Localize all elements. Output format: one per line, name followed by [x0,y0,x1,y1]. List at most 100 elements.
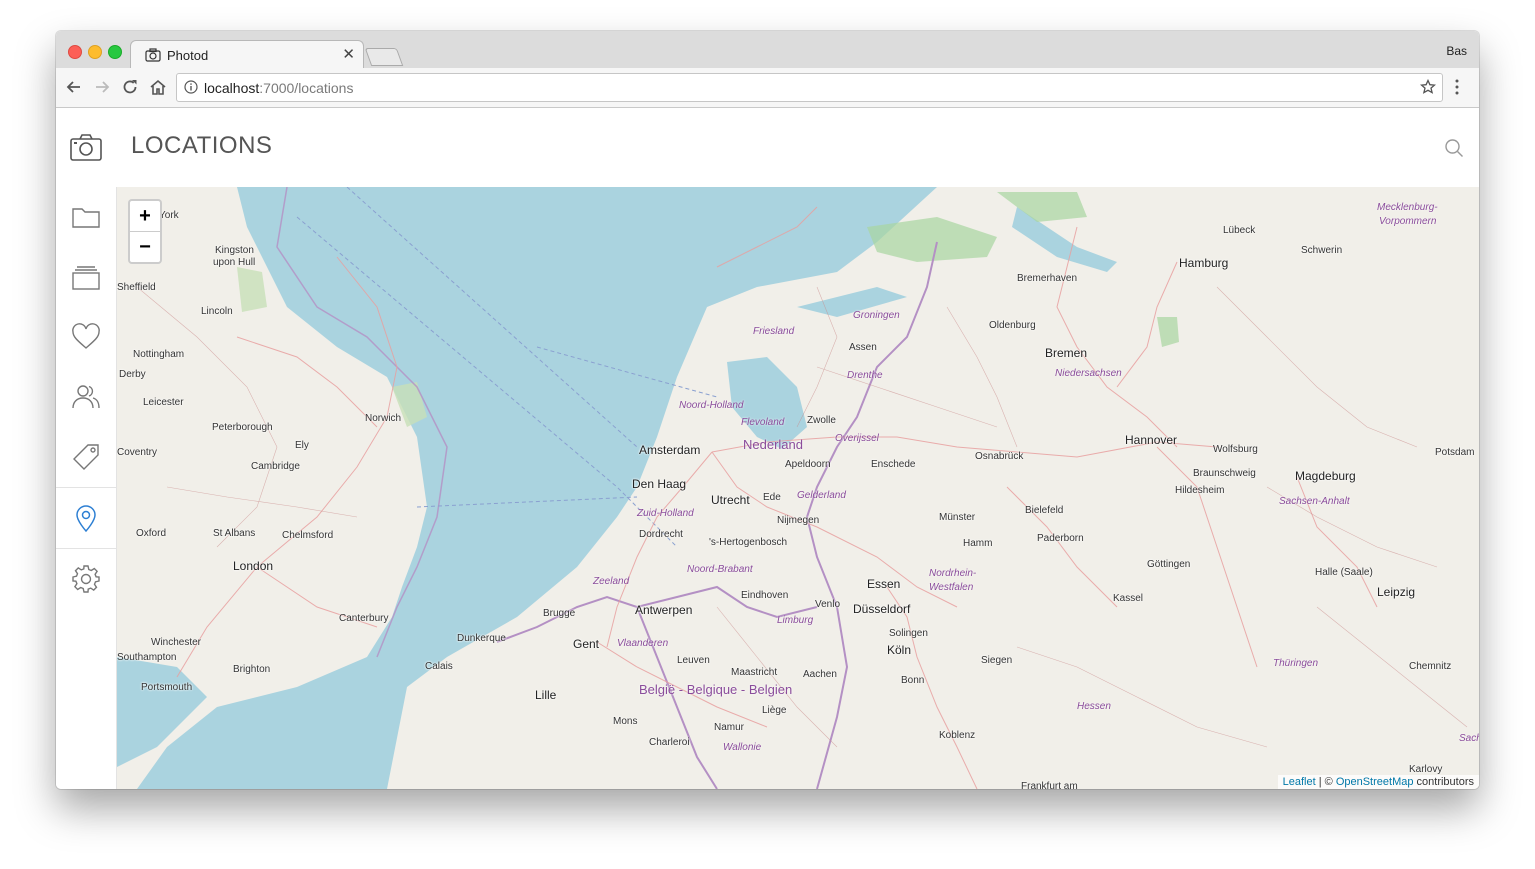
home-icon[interactable] [148,77,168,97]
map-label: Sheffield [117,282,156,293]
leaflet-link[interactable]: Leaflet [1283,776,1316,788]
map-label: Lille [535,688,557,702]
search-icon[interactable] [1444,138,1464,158]
map-label: Kassel [1113,593,1144,604]
minimize-window-button[interactable] [88,45,102,59]
new-tab-button[interactable] [364,48,404,66]
map-label: Osnabrück [975,451,1024,462]
map-label: Köln [887,643,912,657]
map-label: Den Haag [632,477,687,491]
map-label: Kingston [215,245,254,256]
sidebar-item-people[interactable] [56,367,116,427]
bookmark-star-icon[interactable] [1420,79,1436,95]
map-attribution: Leaflet | © OpenStreetMap contributors [1277,775,1479,789]
map-label: Oxford [136,528,167,539]
address-bar[interactable]: localhost:7000/locations [176,73,1443,102]
back-icon[interactable] [64,77,84,97]
tab-close-icon[interactable]: ✕ [342,45,355,63]
profile-name[interactable]: Bas [1446,44,1467,58]
sidebar-item-locations[interactable] [56,488,116,548]
heart-icon [72,323,100,349]
map-label: 's-Hertogenbosch [709,537,788,548]
browser-tab[interactable]: Photod ✕ [130,40,364,69]
map-region-label: Noord-Holland [679,400,744,411]
map-label: Hamm [963,538,993,549]
map-label: Oldenburg [989,320,1036,331]
map-label: Ely [295,440,309,451]
zoom-window-button[interactable] [108,45,122,59]
map-label: Bonn [901,675,925,686]
map-label: Brighton [233,664,271,675]
gear-icon [72,565,100,593]
map-label: Nijmegen [777,515,820,526]
map-region-label: Zuid-Holland [637,508,694,519]
map-label: Coventry [117,447,158,458]
map-view[interactable]: York Kingston upon Hull Sheffield Lincol… [117,187,1479,789]
sidebar-item-tags[interactable] [56,427,116,487]
map-label: Zwolle [807,415,836,426]
map-label: Leuven [677,655,710,666]
map-label: Namur [714,722,745,733]
map-label: Norwich [365,413,402,424]
reload-icon[interactable] [120,77,140,97]
map-label: Wolfsburg [1213,444,1258,455]
people-icon [72,385,100,409]
map-label: Dunkerque [457,633,506,644]
browser-window: Photod ✕ Bas localhost:7000/locations LO… [56,31,1479,789]
camera-icon [145,48,161,62]
map-label: Siegen [981,655,1013,666]
map-region-label: Noord-Brabant [687,564,753,575]
close-window-button[interactable] [68,45,82,59]
map-region-label: Gelderland [797,490,846,501]
map-region-label: Nordrhein- [929,568,977,579]
sidebar-item-favorites[interactable] [56,307,116,367]
map-label: Brugge [543,608,576,619]
zoom-in-button[interactable]: + [130,201,160,232]
browser-toolbar: localhost:7000/locations [56,68,1479,108]
map-label: Schwerin [1301,245,1343,256]
sidebar-item-settings[interactable] [56,549,116,609]
sidebar-item-albums[interactable] [56,247,116,307]
menu-kebab-icon[interactable] [1454,79,1460,95]
map-label: Venlo [815,599,841,610]
map-label: Hamburg [1179,256,1229,270]
map-region-label: Vlaanderen [617,638,669,649]
info-icon[interactable] [184,80,198,94]
map-label: Lincoln [201,306,233,317]
tab-title: Photod [167,48,209,63]
map-tiles[interactable] [117,187,1479,789]
map-label: Braunschweig [1193,468,1256,479]
camera-logo-icon[interactable] [70,133,102,161]
map-label: Göttingen [1147,559,1191,570]
map-label: Apeldoorn [785,459,831,470]
tag-icon [73,444,99,470]
attribution-suffix: contributors [1413,776,1474,788]
map-label: Hannover [1125,433,1178,447]
map-region-label: Niedersachsen [1055,368,1122,379]
openstreetmap-link[interactable]: OpenStreetMap [1336,776,1414,788]
map-label: Düsseldorf [853,602,911,616]
map-label: Amsterdam [639,443,701,457]
sidebar-item-folders[interactable] [56,187,116,247]
forward-icon[interactable] [92,77,112,97]
map-label: Charleroi [649,737,690,748]
map-region-label: Flevoland [741,417,785,428]
map-label: Leicester [143,397,184,408]
map-label: London [233,559,274,573]
map-region-label: Limburg [777,615,814,626]
map-label: Chemnitz [1409,661,1452,672]
map-label: Halle (Saale) [1315,567,1373,578]
tab-strip: Photod ✕ Bas [56,31,1479,69]
map-label: Cambridge [251,461,300,472]
zoom-out-button[interactable]: − [130,232,160,262]
map-label: Magdeburg [1295,469,1356,483]
map-label: Leipzig [1377,585,1416,599]
map-region-label: Groningen [853,310,900,321]
map-region-label: Overijssel [835,433,879,444]
map-country-label: België - Belgique - Belgien [639,682,793,697]
map-label: Canterbury [339,613,389,624]
map-label: Winchester [151,637,202,648]
map-region-label: Zeeland [593,576,630,587]
map-region-label: Hessen [1077,701,1111,712]
map-label: Maastricht [731,667,778,678]
